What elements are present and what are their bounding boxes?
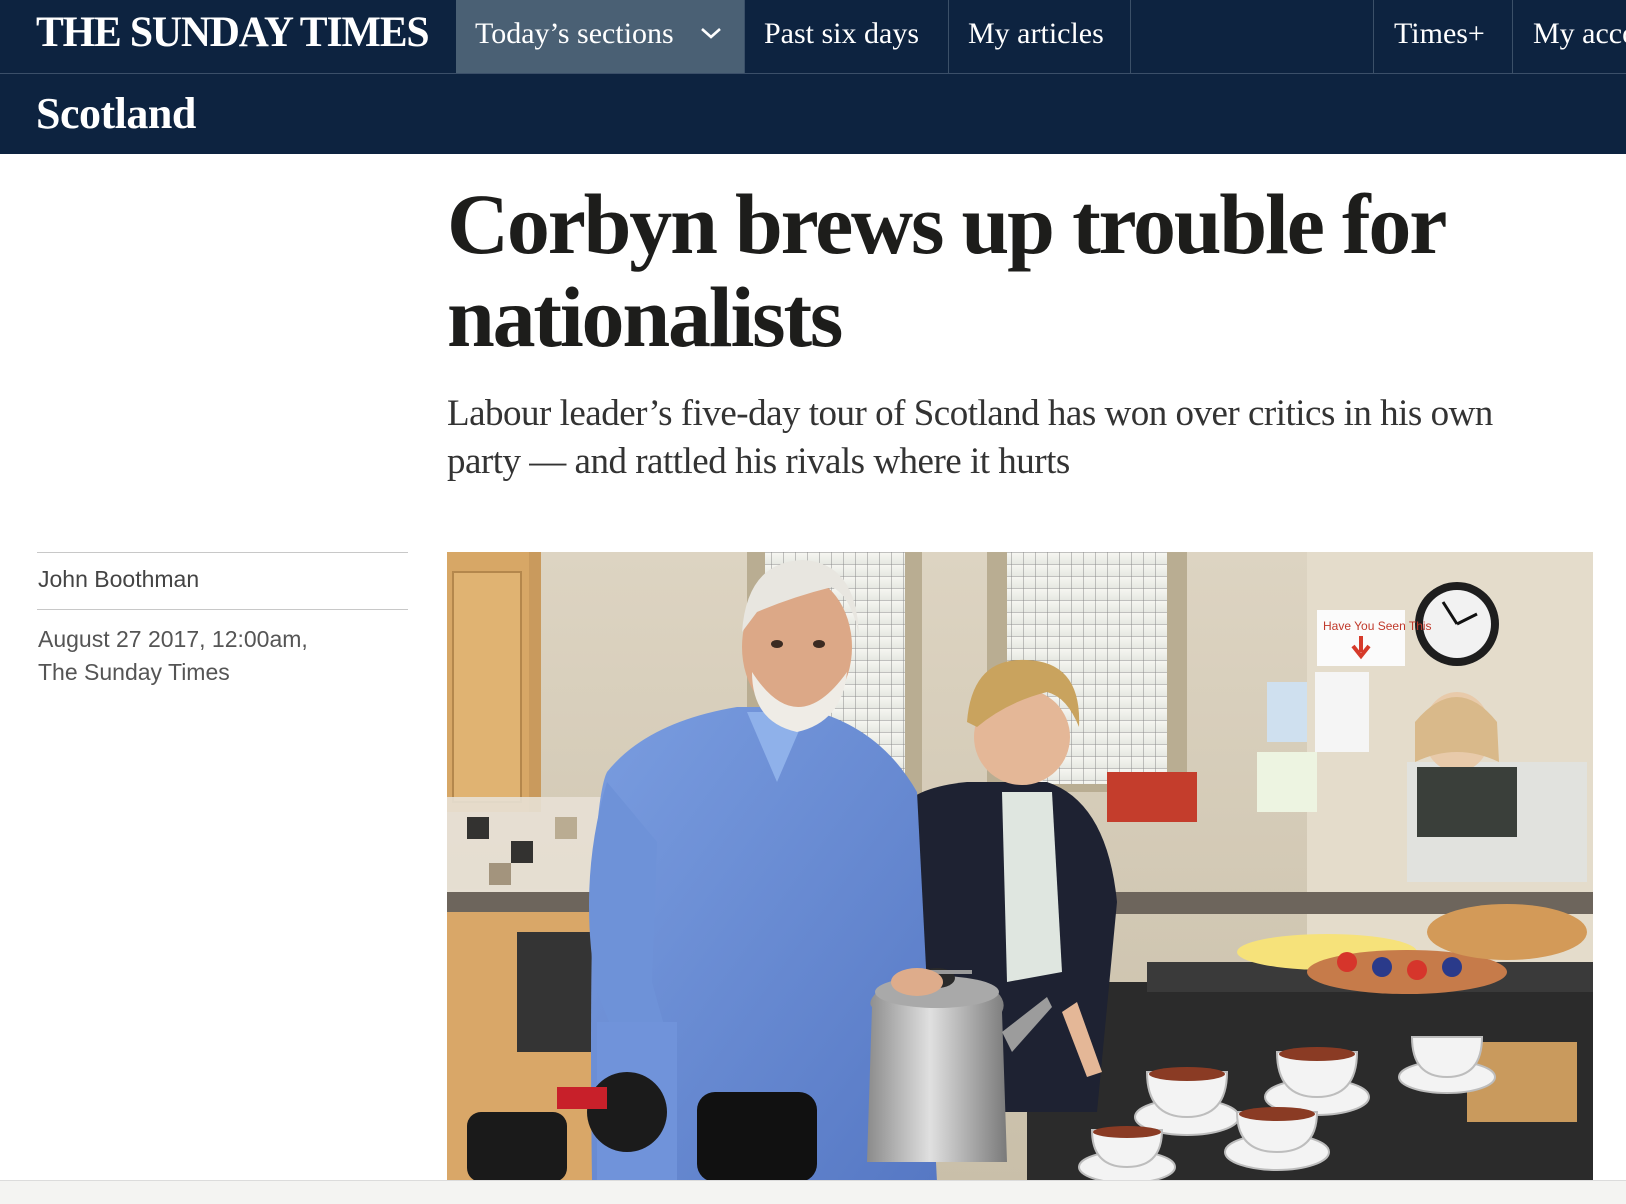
- chevron-down-icon: [701, 28, 721, 39]
- publish-date: August 27 2017, 12:00am,: [38, 626, 308, 652]
- publication-name: The Sunday Times: [38, 659, 230, 685]
- top-navigation: THE SUNDAY TIMES Today’s sections Past s…: [0, 0, 1626, 74]
- section-bar: Scotland: [0, 74, 1626, 154]
- masthead-logo[interactable]: THE SUNDAY TIMES: [36, 8, 430, 57]
- nav-my-account[interactable]: My acco: [1513, 0, 1626, 73]
- nav-todays-sections[interactable]: Today’s sections: [456, 0, 744, 73]
- nav-divider: [1130, 0, 1131, 73]
- headline-line-2: nationalists: [447, 269, 843, 365]
- author-name[interactable]: John Boothman: [37, 553, 408, 609]
- article-headline: Corbyn brews up trouble for nationalists: [447, 178, 1567, 364]
- nav-my-articles[interactable]: My articles: [949, 0, 1130, 73]
- lead-photo-image: Have You Seen This: [447, 552, 1593, 1182]
- bottom-toolbar: [0, 1180, 1626, 1204]
- nav-todays-sections-label: Today’s sections: [475, 17, 674, 50]
- poster-text: Have You Seen This: [1323, 619, 1432, 633]
- publish-dateline: August 27 2017, 12:00am, The Sunday Time…: [37, 610, 338, 689]
- section-title[interactable]: Scotland: [36, 88, 196, 139]
- byline: John Boothman August 27 2017, 12:00am, T…: [37, 552, 408, 689]
- article-standfirst: Labour leader’s five-day tour of Scotlan…: [447, 393, 1493, 482]
- headline-line-1: Corbyn brews up trouble for: [447, 176, 1447, 272]
- lead-photo: Have You Seen This: [447, 552, 1593, 1182]
- nav-past-six-days[interactable]: Past six days: [745, 0, 948, 73]
- nav-times-plus[interactable]: Times+: [1374, 0, 1512, 73]
